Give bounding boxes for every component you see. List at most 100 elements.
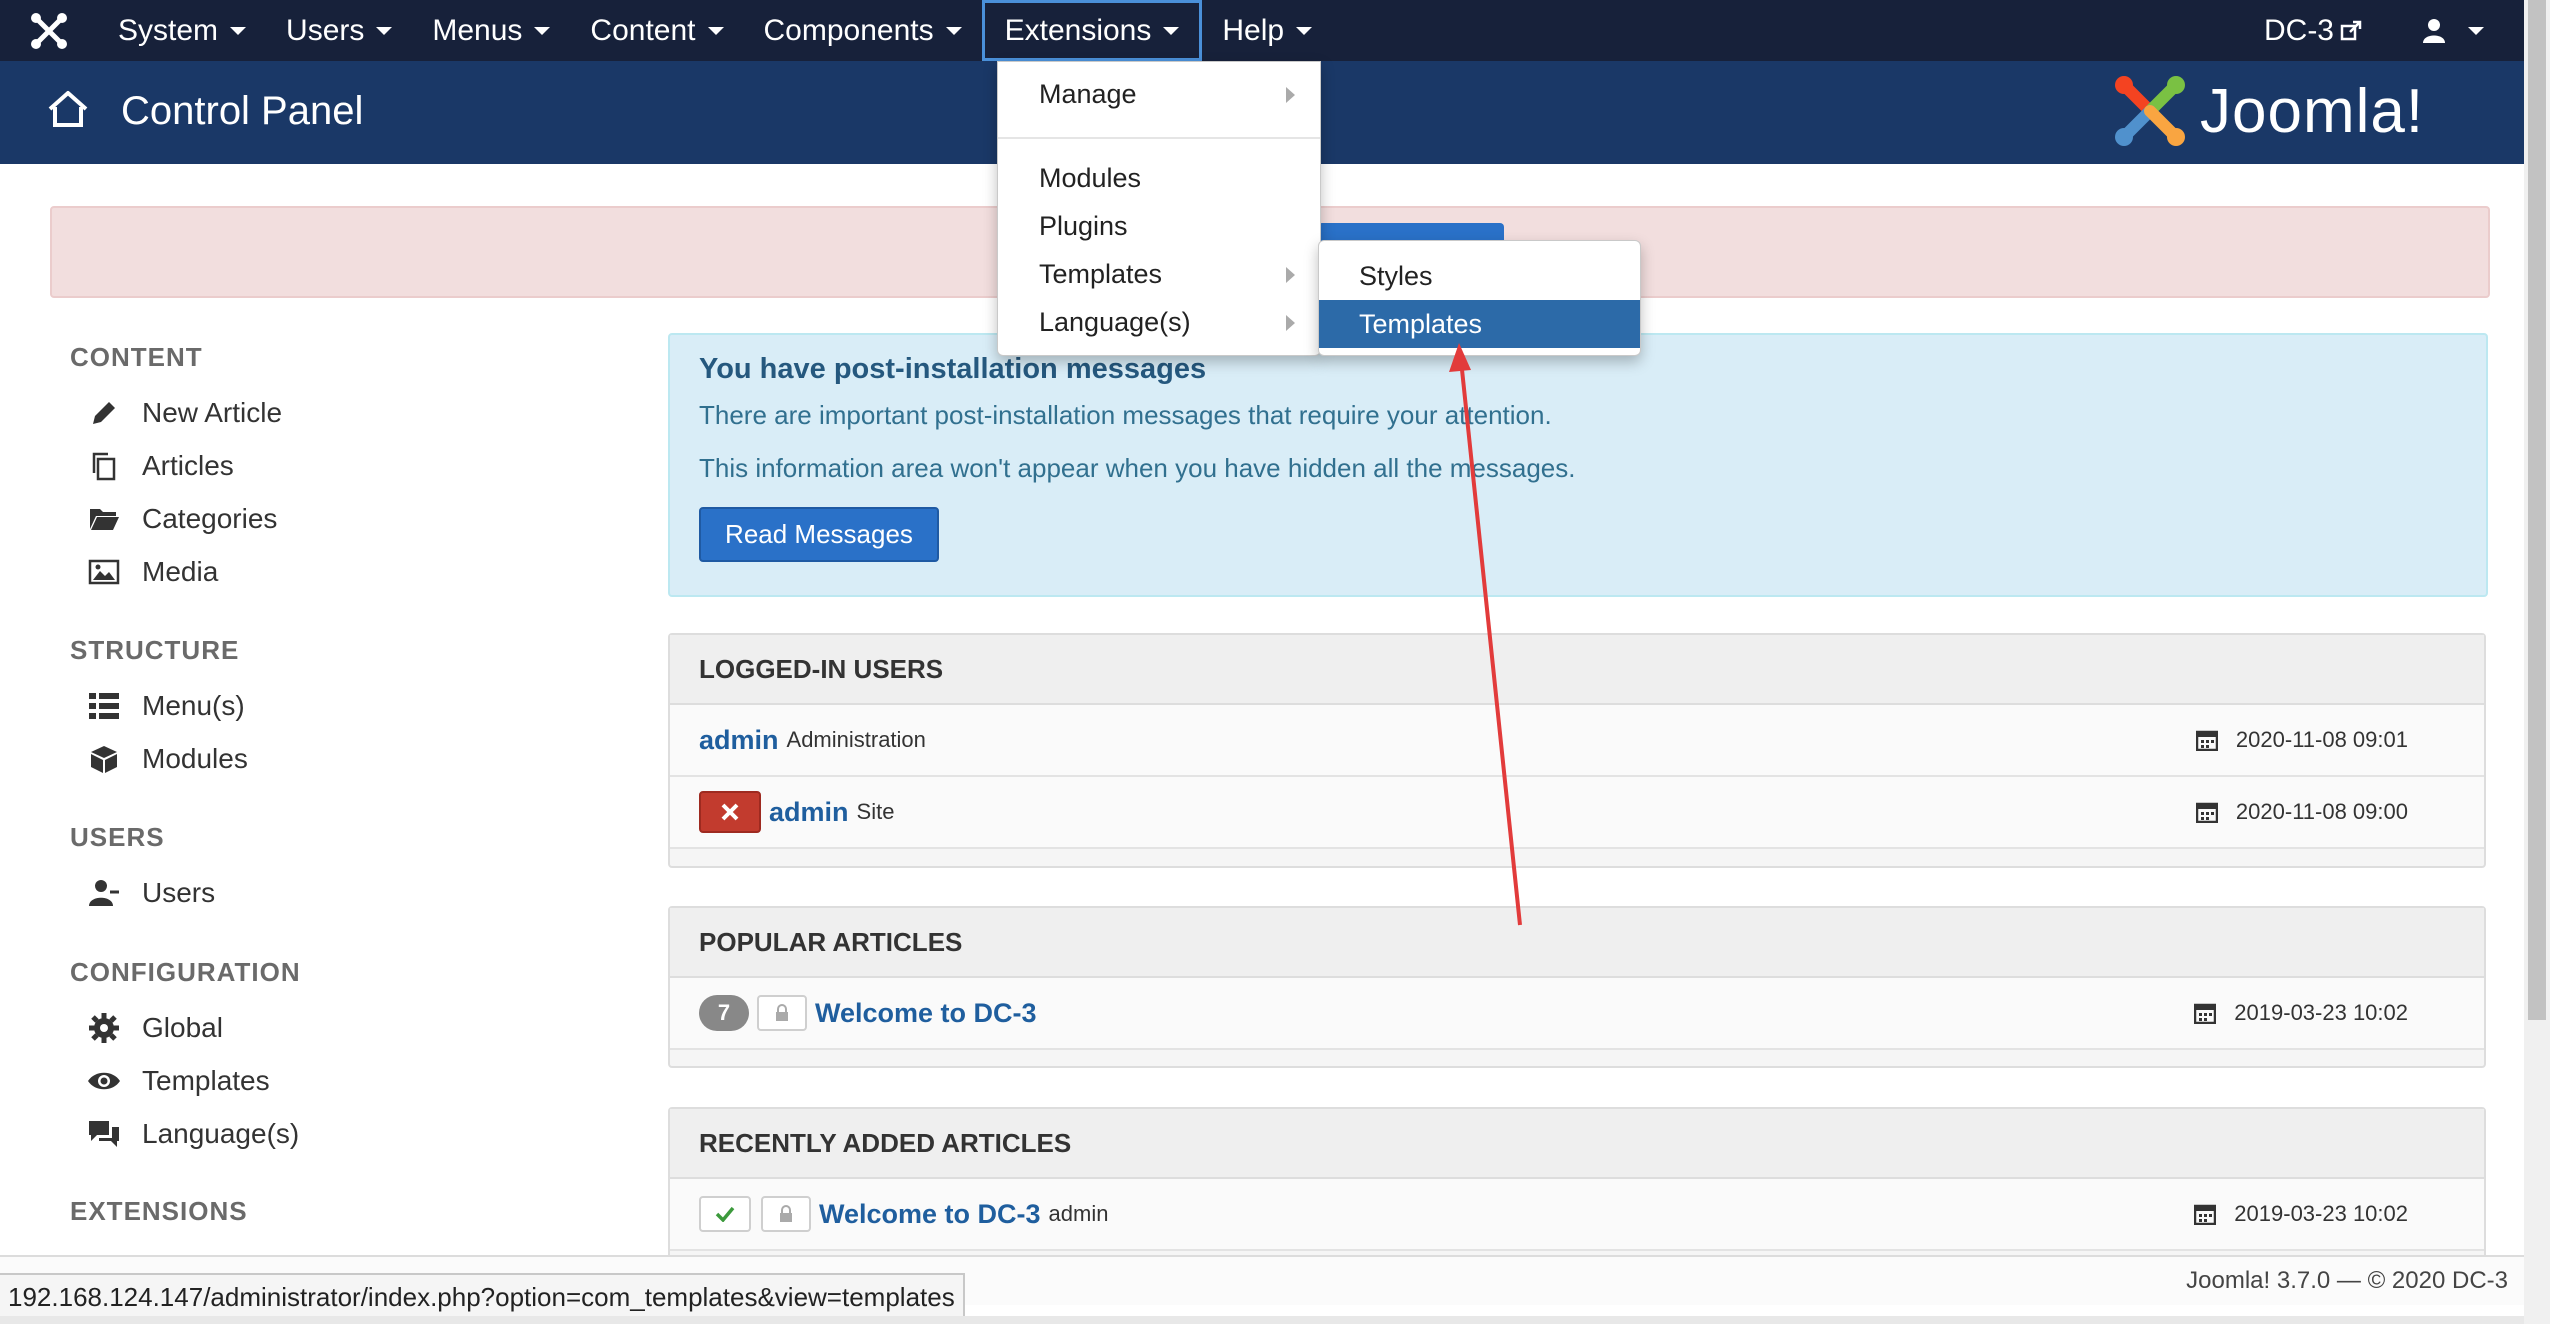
comments-icon — [86, 1116, 122, 1152]
lock-icon — [780, 1205, 792, 1222]
article-author: admin — [1048, 1201, 1109, 1226]
table-row: Welcome to DC-3 admin 2019-03-23 10:02 — [670, 1179, 2484, 1251]
user-area: Administration — [786, 727, 926, 752]
joomla-logo-text: Joomla! — [2200, 76, 2425, 146]
sidebar-heading-users: USERS — [70, 822, 165, 852]
sidebar-item-users[interactable]: Users — [86, 875, 215, 911]
pencil-icon — [86, 395, 122, 431]
joomla-logo: Joomla! — [2110, 71, 2424, 151]
menu-divider — [998, 137, 1320, 139]
chevron-down-icon — [230, 26, 247, 35]
nav-menus[interactable]: Menus — [412, 0, 570, 61]
nav-extensions-label: Extensions — [1004, 13, 1152, 47]
scrollbar-thumb[interactable] — [2528, 0, 2546, 1020]
hits-badge: 7 — [699, 995, 749, 1031]
joomla-brand-icon[interactable] — [0, 0, 98, 61]
sidebar-item-languages[interactable]: Language(s) — [86, 1116, 299, 1152]
nav-system[interactable]: System — [98, 0, 266, 61]
menu-item-templates[interactable]: Templates — [1039, 259, 1162, 290]
user-menu[interactable] — [2382, 0, 2524, 61]
sidebar-item-modules[interactable]: Modules — [86, 741, 248, 777]
submenu-item-templates[interactable]: Templates — [1319, 300, 1640, 348]
menu-item-languages[interactable]: Language(s) — [1039, 307, 1191, 338]
user-link[interactable]: admin — [699, 725, 779, 756]
folder-open-icon — [86, 501, 122, 537]
extensions-dropdown-menu: Manage Modules Plugins Templates Languag… — [997, 61, 1321, 356]
popular-articles-panel: POPULAR ARTICLES 7 Welcome to DC-3 2019-… — [668, 906, 2486, 1068]
nav-users-label: Users — [286, 13, 365, 47]
panel-heading: LOGGED-IN USERS — [670, 635, 2484, 705]
sidebar-item-label: Menu(s) — [142, 690, 245, 721]
nav-help[interactable]: Help — [1202, 0, 1332, 61]
menu-item-manage[interactable]: Manage — [1039, 79, 1137, 110]
nav-users[interactable]: Users — [266, 0, 412, 61]
templates-submenu: Styles Templates — [1318, 240, 1641, 356]
sidebar-item-media[interactable]: Media — [86, 554, 218, 590]
chevron-down-icon — [2468, 26, 2484, 35]
sidebar-item-label: Articles — [142, 450, 234, 481]
chevron-down-icon — [534, 26, 551, 35]
sidebar-heading-structure: STRUCTURE — [70, 635, 240, 665]
read-messages-button[interactable]: Read Messages — [699, 507, 939, 562]
nav-extensions[interactable]: Extensions — [981, 0, 1203, 61]
calendar-icon — [2194, 1003, 2217, 1024]
browser-bottom-strip — [0, 1316, 2550, 1324]
sidebar-item-label: Modules — [142, 743, 248, 774]
post-install-heading: You have post-installation messages — [699, 353, 1207, 385]
sidebar-item-label: Users — [142, 877, 216, 908]
footer-text: Joomla! 3.7.0 — © 2020 DC-3 — [2186, 1267, 2508, 1294]
sidebar-heading-configuration: CONFIGURATION — [70, 957, 301, 987]
table-row: admin Site 2020-11-08 09:00 — [670, 777, 2484, 849]
joomla-logo-icon — [2115, 76, 2185, 146]
nav-right: DC-3 — [2244, 0, 2524, 61]
sidebar-item-templates[interactable]: Templates — [86, 1063, 270, 1099]
sidebar-item-label: Global — [142, 1012, 223, 1043]
checkin-button[interactable] — [757, 995, 807, 1031]
post-install-messages-box: You have post-installation messages Ther… — [668, 333, 2488, 597]
chevron-right-icon — [1286, 87, 1295, 103]
sidebar-heading-extensions: EXTENSIONS — [70, 1196, 248, 1226]
user-icon — [2423, 18, 2445, 43]
copy-icon — [86, 448, 122, 484]
publish-toggle[interactable] — [699, 1196, 751, 1232]
sidebar-heading-content: CONTENT — [70, 342, 203, 372]
nav-components[interactable]: Components — [744, 0, 982, 61]
site-link[interactable]: DC-3 — [2244, 0, 2382, 61]
sidebar-item-label: New Article — [142, 397, 283, 428]
menu-item-plugins[interactable]: Plugins — [1039, 211, 1128, 242]
nav-content-label: Content — [590, 13, 696, 47]
calendar-icon — [2195, 730, 2218, 751]
image-icon — [86, 554, 122, 590]
menu-item-modules[interactable]: Modules — [1039, 163, 1141, 194]
sidebar-item-articles[interactable]: Articles — [86, 448, 234, 484]
panel-heading: POPULAR ARTICLES — [670, 908, 2484, 978]
nav-components-label: Components — [763, 13, 934, 47]
cube-icon — [86, 741, 122, 777]
logout-user-button[interactable] — [699, 791, 761, 833]
user-icon — [86, 875, 122, 911]
nav-content[interactable]: Content — [570, 0, 743, 61]
chevron-right-icon — [1286, 315, 1295, 331]
sidebar-item-label: Templates — [142, 1065, 270, 1096]
user-link[interactable]: admin — [769, 797, 849, 828]
article-date: 2019-03-23 10:02 — [2234, 1201, 2408, 1226]
sidebar-item-menus[interactable]: Menu(s) — [86, 688, 245, 724]
top-navbar: System Users Menus Content Components Ex… — [0, 0, 2524, 61]
table-row: admin Administration 2020-11-08 09:01 — [670, 705, 2484, 777]
chevron-down-icon — [1296, 26, 1313, 35]
chevron-down-icon — [707, 26, 724, 35]
vertical-scrollbar[interactable] — [2524, 0, 2550, 1324]
sidebar-item-label: Media — [142, 556, 219, 587]
checkin-button[interactable] — [761, 1196, 811, 1232]
login-time: 2020-11-08 09:00 — [2235, 799, 2408, 824]
calendar-icon — [2195, 802, 2218, 823]
sidebar-item-new-article[interactable]: New Article — [86, 395, 282, 431]
sidebar-item-categories[interactable]: Categories — [86, 501, 277, 537]
user-area: Site — [856, 799, 895, 824]
submenu-item-styles[interactable]: Styles — [1319, 252, 1640, 300]
nav-system-label: System — [118, 13, 219, 47]
sidebar-item-global[interactable]: Global — [86, 1010, 223, 1046]
article-link[interactable]: Welcome to DC-3 — [815, 998, 1037, 1029]
close-icon — [721, 803, 739, 821]
article-link[interactable]: Welcome to DC-3 — [819, 1199, 1041, 1230]
